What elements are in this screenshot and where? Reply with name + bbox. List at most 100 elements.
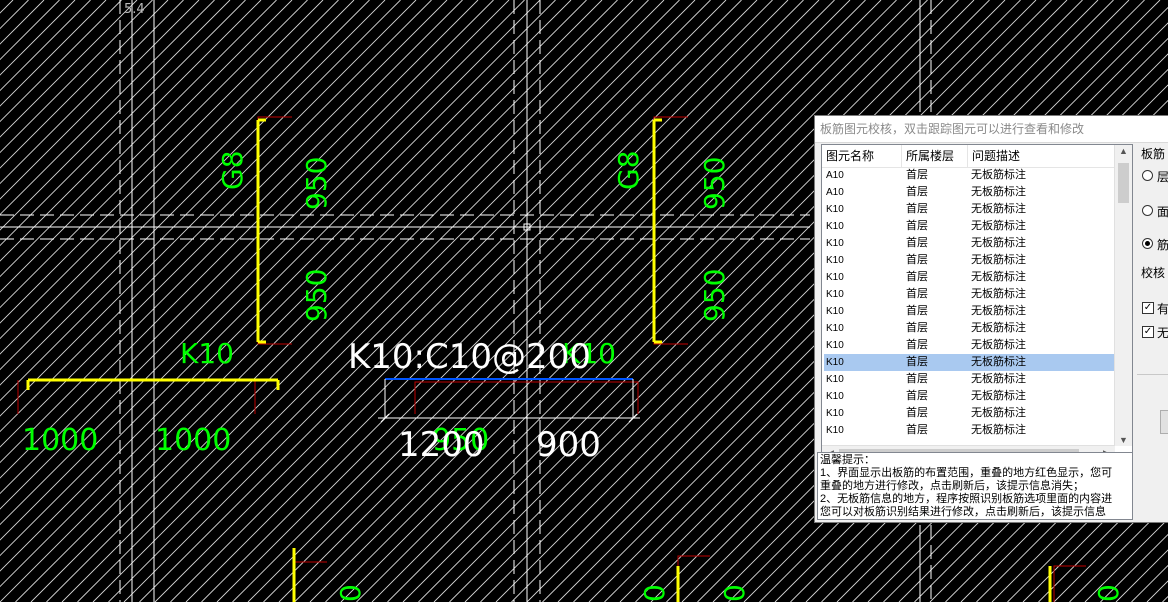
row-floor-cell: 首层 [906,322,928,334]
row-floor-cell: 首层 [906,186,928,198]
bottom-frag-1: 0 [334,584,367,602]
row-issue-cell: 无板筋标注 [971,203,1026,215]
row-issue-cell: 无板筋标注 [971,322,1026,334]
row-floor-cell: 首层 [906,254,928,266]
tips-line: 您可以对板筋识别结果进行修改，点击刷新后，该提示信息 [820,506,1106,518]
tips-line: 2、无板筋信息的地方，程序按照识别板筋选项里面的内容进 [820,493,1113,505]
label-g8-left: G8 [216,150,249,190]
row-name-cell: K10 [826,408,844,419]
tips-line: 重叠的地方进行修改，点击刷新后，该提示信息消失； [820,480,1084,492]
bottom-frag-3: 0 [718,584,751,602]
options-panel: 板筋 层 面 筋 校核 ✓ 有 ✓ 无 [1137,144,1168,444]
table-row[interactable]: K10 首层 无板筋标注 [824,269,1115,286]
table-row[interactable]: K10 首层 无板筋标注 [824,218,1115,235]
label-950-left-bottom: 950 [300,269,333,322]
dim-1000-a: 1000 [22,423,98,458]
row-name-cell: K10 [826,272,844,283]
scroll-down-icon[interactable]: ▼ [1115,435,1132,445]
dim-1200: 1200 [398,425,485,465]
table-row[interactable]: K10 首层 无板筋标注 [824,337,1115,354]
row-name-cell: K10 [826,204,844,215]
refresh-button[interactable] [1160,410,1168,434]
row-name-cell: A10 [826,170,844,181]
table-row[interactable]: K10 首层 无板筋标注 [824,201,1115,218]
row-name-cell: K10 [826,357,844,368]
row-issue-cell: 无板筋标注 [971,169,1026,181]
column-header-name[interactable]: 图元名称 [822,145,902,167]
row-floor-cell: 首层 [906,220,928,232]
scroll-up-icon[interactable]: ▲ [1115,146,1132,156]
row-name-cell: K10 [826,374,844,385]
table-row[interactable]: K10 首层 无板筋标注 [824,320,1115,337]
vertical-scrollbar[interactable]: ▲ ▼ [1114,145,1132,446]
tips-line: 1、界面显示出板筋的布置范围，重叠的地方红色显示，您可 [820,467,1113,479]
row-name-cell: K10 [826,425,844,436]
row-floor-cell: 首层 [906,424,928,436]
table-row[interactable]: K10 首层 无板筋标注 [824,354,1115,371]
row-issue-cell: 无板筋标注 [971,237,1026,249]
row-floor-cell: 首层 [906,271,928,283]
label-g8-right: G8 [612,150,645,190]
row-name-cell: K10 [826,391,844,402]
row-floor-cell: 首层 [906,305,928,317]
tips-line: 温馨提示： [820,454,875,466]
checkbox-2-label: 无 [1157,326,1168,340]
rebar-check-dialog: 板筋图元校核，双击跟踪图元可以进行查看和修改 图元名称 所属楼层 问题描述 A1… [814,115,1168,523]
check-group-label: 校核 [1141,266,1166,280]
row-name-cell: K10 [826,289,844,300]
row-name-cell: A10 [826,187,844,198]
table-row[interactable]: K10 首层 无板筋标注 [824,405,1115,422]
label-950-right-top: 950 [698,157,731,210]
radio-option-1[interactable] [1142,170,1153,181]
table-row[interactable]: K10 首层 无板筋标注 [824,388,1115,405]
row-issue-cell: 无板筋标注 [971,254,1026,266]
viewport-label: 5.4 [124,2,145,17]
row-floor-cell: 首层 [906,237,928,249]
row-issue-cell: 无板筋标注 [971,305,1026,317]
table-row[interactable]: K10 首层 无板筋标注 [824,422,1115,439]
row-floor-cell: 首层 [906,339,928,351]
radio-option-3[interactable] [1142,238,1153,249]
row-issue-cell: 无板筋标注 [971,373,1026,385]
table-row[interactable]: A10 首层 无板筋标注 [824,167,1115,184]
row-floor-cell: 首层 [906,356,928,368]
column-header-issue[interactable]: 问题描述 [968,145,1118,167]
row-issue-cell: 无板筋标注 [971,407,1026,419]
options-group-label: 板筋 [1141,147,1166,161]
dim-1000-b: 1000 [155,423,231,458]
row-issue-cell: 无板筋标注 [971,390,1026,402]
row-floor-cell: 首层 [906,288,928,300]
row-issue-cell: 无板筋标注 [971,271,1026,283]
table-row[interactable]: K10 首层 无板筋标注 [824,235,1115,252]
row-name-cell: K10 [826,340,844,351]
radio-option-2[interactable] [1142,205,1153,216]
row-floor-cell: 首层 [906,390,928,402]
checkbox-2[interactable]: ✓ [1142,326,1154,338]
vertical-scroll-thumb[interactable] [1118,163,1129,203]
row-name-cell: K10 [826,255,844,266]
label-k10-left: K10 [180,337,234,370]
row-issue-cell: 无板筋标注 [971,220,1026,232]
radio-option-2-label: 面 [1157,205,1168,219]
row-floor-cell: 首层 [906,203,928,215]
radio-option-1-label: 层 [1157,170,1168,184]
checkbox-1[interactable]: ✓ [1142,302,1154,314]
label-950-left-top: 950 [300,157,333,210]
row-issue-cell: 无板筋标注 [971,288,1026,300]
dialog-title[interactable]: 板筋图元校核，双击跟踪图元可以进行查看和修改 [815,116,1168,143]
table-row[interactable]: K10 首层 无板筋标注 [824,252,1115,269]
issue-list[interactable]: 图元名称 所属楼层 问题描述 A10 首层 无板筋标注 A10 首层 无板筋标注 K10 首层… [821,144,1133,464]
row-issue-cell: 无板筋标注 [971,339,1026,351]
row-issue-cell: 无板筋标注 [971,356,1026,368]
column-header-floor[interactable]: 所属楼层 [902,145,968,167]
cad-white-text: K10:C10@200 1200 900 [348,337,601,465]
row-floor-cell: 首层 [906,407,928,419]
label-950-right-bottom: 950 [698,269,731,322]
checkbox-1-label: 有 [1157,302,1168,316]
table-row[interactable]: K10 首层 无板筋标注 [824,303,1115,320]
table-row[interactable]: K10 首层 无板筋标注 [824,286,1115,303]
bottom-frag-2: 0 [638,584,671,602]
dim-900: 900 [536,425,601,465]
table-row[interactable]: A10 首层 无板筋标注 [824,184,1115,201]
table-row[interactable]: K10 首层 无板筋标注 [824,371,1115,388]
